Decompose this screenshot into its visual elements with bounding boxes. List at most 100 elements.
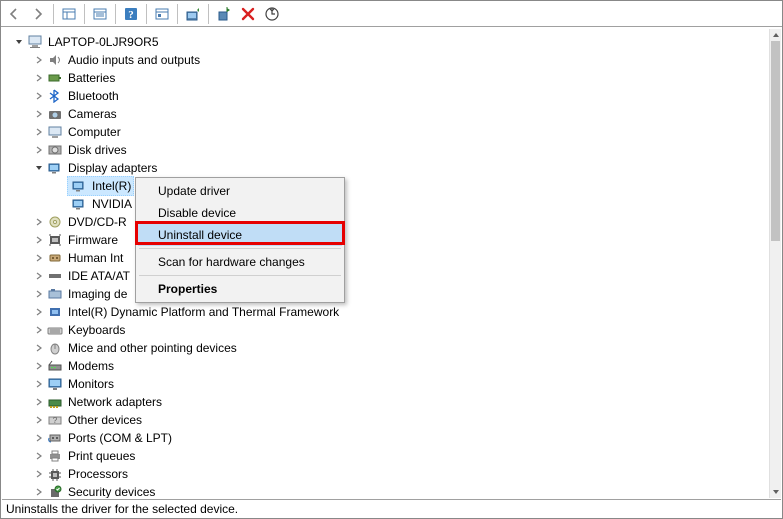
tree-category-monitors[interactable]: Monitors: [6, 375, 769, 393]
tree-category-modems[interactable]: Modems: [6, 357, 769, 375]
category-icon: [46, 340, 64, 356]
toolbar-separator: [115, 4, 116, 24]
tree-category-audio-inputs-and-outputs[interactable]: Audio inputs and outputs: [6, 51, 769, 69]
tree-category-dvd-cd-r[interactable]: DVD/CD-R: [6, 213, 769, 231]
update-driver-button[interactable]: [182, 3, 204, 25]
device-tree: LAPTOP-0LJR9OR5 Audio inputs and outputs…: [2, 29, 769, 498]
help-button[interactable]: ?: [120, 3, 142, 25]
chevron-right-icon[interactable]: [32, 413, 46, 427]
category-icon: [46, 322, 64, 338]
scan-hardware-button[interactable]: [261, 3, 283, 25]
tree-device-nvidia[interactable]: NVIDIA: [6, 195, 769, 213]
category-icon: [46, 394, 64, 410]
forward-button[interactable]: [27, 3, 49, 25]
menu-item-properties[interactable]: Properties: [138, 278, 342, 300]
menu-item-update-driver[interactable]: Update driver: [138, 180, 342, 202]
tree-category-label: Human Int: [68, 249, 123, 267]
chevron-right-icon[interactable]: [32, 269, 46, 283]
chevron-right-icon[interactable]: [32, 395, 46, 409]
tree-category-keyboards[interactable]: Keyboards: [6, 321, 769, 339]
vertical-scrollbar[interactable]: [769, 29, 781, 498]
menu-item-disable-device[interactable]: Disable device: [138, 202, 342, 224]
tree-category-cameras[interactable]: Cameras: [6, 105, 769, 123]
category-icon: [46, 376, 64, 392]
tree-category-label: Firmware: [68, 231, 118, 249]
chevron-right-icon[interactable]: [32, 125, 46, 139]
chevron-right-icon[interactable]: [32, 323, 46, 337]
properties-button[interactable]: [151, 3, 173, 25]
tree-category-ports-com-lpt[interactable]: Ports (COM & LPT): [6, 429, 769, 447]
scrollbar-down-arrow[interactable]: [770, 486, 781, 498]
toolbar: ?: [1, 1, 782, 27]
show-hidden-button[interactable]: [58, 3, 80, 25]
toolbar-separator: [177, 4, 178, 24]
tree-category-intel-r-dynamic-platform-and-thermal-framework[interactable]: Intel(R) Dynamic Platform and Thermal Fr…: [6, 303, 769, 321]
category-icon: [46, 448, 64, 464]
tree-category-processors[interactable]: Processors: [6, 465, 769, 483]
tree-category-label: Processors: [68, 465, 128, 483]
tree-category-human-int[interactable]: Human Int: [6, 249, 769, 267]
uninstall-device-button[interactable]: [213, 3, 235, 25]
menu-item-label: Update driver: [158, 184, 230, 198]
tree-category-imaging-de[interactable]: Imaging de: [6, 285, 769, 303]
tree-category-label: Bluetooth: [68, 87, 119, 105]
tree-category-label: Keyboards: [68, 321, 125, 339]
tree-category-label: Cameras: [68, 105, 117, 123]
chevron-right-icon[interactable]: [32, 107, 46, 121]
chevron-down-icon[interactable]: [12, 35, 26, 49]
computer-icon: [26, 34, 44, 50]
tree-category-computer[interactable]: Computer: [6, 123, 769, 141]
category-icon: [46, 160, 64, 176]
chevron-right-icon[interactable]: [32, 377, 46, 391]
view-button[interactable]: [89, 3, 111, 25]
chevron-right-icon[interactable]: [32, 53, 46, 67]
category-icon: [46, 304, 64, 320]
tree-category-display-adapters[interactable]: Display adapters: [6, 159, 769, 177]
chevron-right-icon[interactable]: [32, 485, 46, 498]
tree-category-print-queues[interactable]: Print queues: [6, 447, 769, 465]
tree-category-security-devices[interactable]: Security devices: [6, 483, 769, 498]
chevron-right-icon[interactable]: [32, 143, 46, 157]
tree-category-ide-ata-at[interactable]: IDE ATA/AT: [6, 267, 769, 285]
back-button[interactable]: [3, 3, 25, 25]
menu-item-label: Scan for hardware changes: [158, 255, 305, 269]
chevron-right-icon[interactable]: [32, 431, 46, 445]
category-icon: [46, 106, 64, 122]
chevron-down-icon[interactable]: [32, 161, 46, 175]
chevron-right-icon[interactable]: [32, 233, 46, 247]
chevron-right-icon[interactable]: [32, 359, 46, 373]
tree-category-network-adapters[interactable]: Network adapters: [6, 393, 769, 411]
tree-root[interactable]: LAPTOP-0LJR9OR5: [6, 33, 769, 51]
display-adapter-icon: [70, 196, 88, 212]
toolbar-separator: [84, 4, 85, 24]
chevron-right-icon[interactable]: [32, 71, 46, 85]
tree-category-bluetooth[interactable]: Bluetooth: [6, 87, 769, 105]
category-icon: [46, 250, 64, 266]
menu-item-scan-for-hardware-changes[interactable]: Scan for hardware changes: [138, 251, 342, 273]
menu-item-uninstall-device[interactable]: Uninstall device: [138, 224, 342, 246]
chevron-right-icon[interactable]: [32, 449, 46, 463]
tree-category-mice-and-other-pointing-devices[interactable]: Mice and other pointing devices: [6, 339, 769, 357]
toolbar-separator: [208, 4, 209, 24]
tree-category-disk-drives[interactable]: Disk drives: [6, 141, 769, 159]
chevron-right-icon[interactable]: [32, 341, 46, 355]
scrollbar-thumb[interactable]: [771, 41, 780, 241]
chevron-right-icon[interactable]: [32, 215, 46, 229]
tree-category-firmware[interactable]: Firmware: [6, 231, 769, 249]
tree-category-label: Network adapters: [68, 393, 162, 411]
chevron-right-icon[interactable]: [32, 467, 46, 481]
device-manager-window: ?: [0, 0, 783, 519]
category-icon: [46, 232, 64, 248]
tree-category-batteries[interactable]: Batteries: [6, 69, 769, 87]
chevron-right-icon[interactable]: [32, 305, 46, 319]
category-icon: [46, 70, 64, 86]
category-icon: [46, 124, 64, 140]
cancel-button[interactable]: [237, 3, 259, 25]
toolbar-separator: [53, 4, 54, 24]
tree-device-intel-r[interactable]: Intel(R): [6, 177, 769, 195]
chevron-right-icon[interactable]: [32, 89, 46, 103]
chevron-right-icon[interactable]: [32, 251, 46, 265]
tree-category-other-devices[interactable]: ?Other devices: [6, 411, 769, 429]
scrollbar-up-arrow[interactable]: [770, 29, 781, 41]
chevron-right-icon[interactable]: [32, 287, 46, 301]
